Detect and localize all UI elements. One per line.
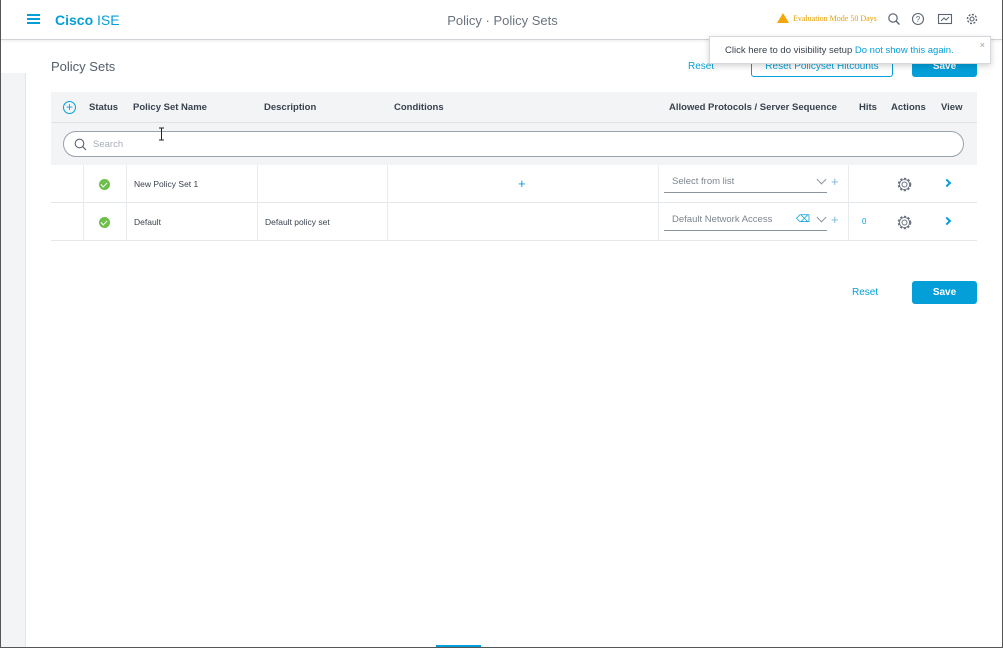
- col-actions[interactable]: Actions: [891, 102, 926, 113]
- col-status[interactable]: Status: [89, 102, 118, 113]
- col-description[interactable]: Description: [264, 102, 316, 113]
- chevron-right-icon[interactable]: [942, 216, 952, 226]
- hits-count[interactable]: 0: [862, 217, 866, 226]
- allowed-protocols-select[interactable]: Default Network Access ⌫: [664, 211, 827, 231]
- search-input[interactable]: [93, 136, 943, 152]
- svg-text:?: ?: [916, 15, 921, 24]
- save-bottom-button[interactable]: Save: [912, 281, 977, 304]
- table-row[interactable]: Default Default policy set Default Netwo…: [51, 203, 977, 241]
- app-frame: Cisco ISE Policy · Policy Sets Evaluatio…: [0, 0, 1003, 648]
- top-header: Cisco ISE Policy · Policy Sets Evaluatio…: [1, 0, 1002, 40]
- search-icon[interactable]: [887, 12, 901, 26]
- col-view[interactable]: View: [941, 102, 962, 113]
- select-value: Select from list: [672, 176, 735, 187]
- dashboard-icon[interactable]: [937, 12, 953, 26]
- popup-message[interactable]: Click here to do visibility setup: [725, 45, 855, 56]
- chevron-down-icon: [816, 174, 827, 185]
- help-icon[interactable]: ?: [911, 12, 925, 26]
- chevron-down-icon: [816, 212, 827, 223]
- dont-show-again-link[interactable]: Do not show this again.: [855, 45, 954, 56]
- section-title: Policy Sets: [51, 59, 116, 74]
- policy-set-description[interactable]: Default policy set: [265, 217, 330, 227]
- search-icon: [74, 138, 87, 151]
- close-icon[interactable]: ×: [980, 40, 985, 50]
- add-protocol-icon[interactable]: +: [831, 212, 839, 227]
- col-policy-set-name[interactable]: Policy Set Name: [133, 102, 207, 113]
- evaluation-badge[interactable]: Evaluation Mode 50 Days: [777, 13, 877, 23]
- warning-icon: [777, 13, 789, 23]
- text-cursor-icon: [159, 127, 164, 141]
- visibility-setup-popup: Click here to do visibility setup Do not…: [709, 36, 991, 64]
- evaluation-text: Evaluation Mode 50 Days: [793, 13, 877, 23]
- chevron-right-icon[interactable]: [942, 178, 952, 188]
- gear-icon[interactable]: [965, 12, 979, 26]
- clear-icon[interactable]: ⌫: [796, 214, 810, 225]
- add-condition-button[interactable]: +: [518, 176, 526, 191]
- left-sidebar-strip: [1, 73, 26, 647]
- col-hits[interactable]: Hits: [859, 102, 877, 113]
- search-bar-container: [51, 123, 977, 165]
- table-header: + Status Policy Set Name Description Con…: [51, 92, 977, 123]
- popup-text: Click here to do visibility setup Do not…: [725, 45, 954, 56]
- add-protocol-icon[interactable]: +: [831, 174, 839, 189]
- select-value: Default Network Access: [672, 214, 773, 225]
- status-enabled-icon[interactable]: [99, 179, 110, 190]
- policy-set-name[interactable]: New Policy Set 1: [134, 179, 198, 189]
- col-conditions[interactable]: Conditions: [394, 102, 444, 113]
- gear-icon[interactable]: [896, 176, 913, 193]
- policy-set-name[interactable]: Default: [134, 217, 161, 227]
- table-row[interactable]: New Policy Set 1 + Select from list +: [51, 165, 977, 203]
- add-policy-set-icon[interactable]: +: [63, 101, 76, 114]
- reset-bottom-button[interactable]: Reset: [852, 287, 878, 298]
- col-allowed-protocols[interactable]: Allowed Protocols / Server Sequence: [669, 102, 837, 113]
- search-field[interactable]: [63, 131, 964, 157]
- status-enabled-icon[interactable]: [99, 217, 110, 228]
- allowed-protocols-select[interactable]: Select from list: [664, 173, 827, 193]
- gear-icon[interactable]: [896, 214, 913, 231]
